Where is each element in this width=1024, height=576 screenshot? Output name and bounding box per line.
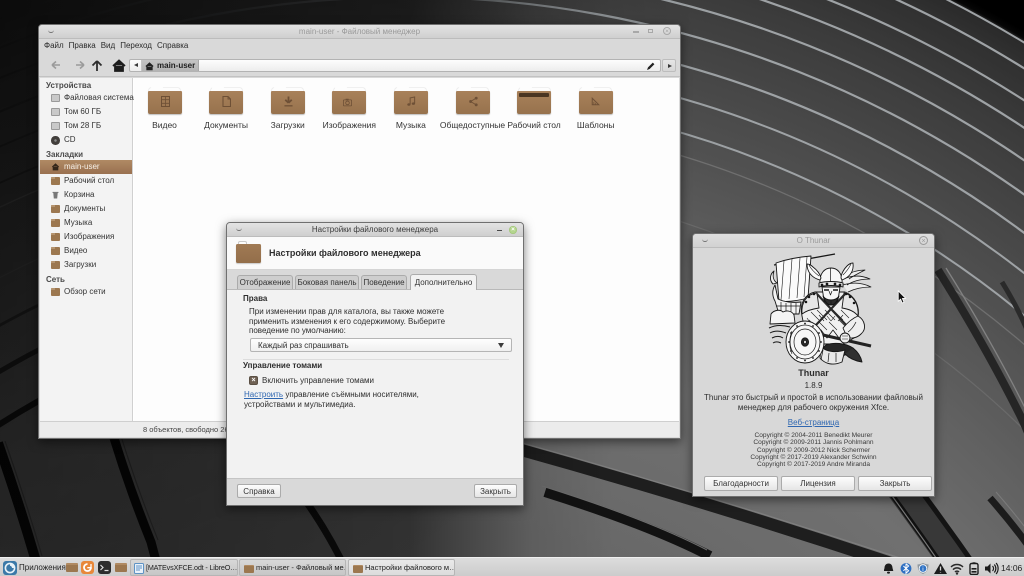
svg-text:i: i xyxy=(922,566,923,573)
